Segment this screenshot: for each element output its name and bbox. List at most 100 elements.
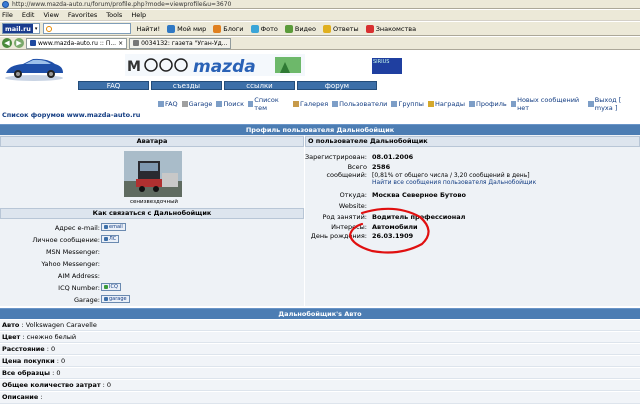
nav-links[interactable]: ссылки	[224, 81, 295, 90]
tab-newspaper-label: 00341З2: газета "Уган-Уд...	[141, 39, 228, 47]
link-awards[interactable]: Награды	[427, 96, 465, 112]
contact-heading: Как связаться с Дальнобойщик	[0, 208, 304, 219]
car-model-label: Авто	[2, 321, 20, 329]
link-logout[interactable]: Выход [ myxa ]	[588, 96, 640, 112]
people-icon	[167, 24, 176, 33]
car-description-value: :	[40, 393, 43, 401]
forum-links: FAQ Garage Поиск Список тем Галерея Поль…	[158, 96, 640, 112]
video-button[interactable]: Видео	[283, 24, 318, 33]
sirius-banner[interactable]: SIRIUS	[372, 58, 402, 74]
tab-close-icon[interactable]: ×	[118, 40, 123, 47]
menu-edit[interactable]: Edit	[22, 11, 35, 19]
link-profile[interactable]: Профиль	[468, 96, 507, 112]
search-logo-icon	[46, 25, 53, 32]
answers-label: Ответы	[333, 24, 359, 33]
svg-text:M: M	[127, 59, 141, 75]
garage-button[interactable]: garage	[101, 295, 130, 303]
menu-favorites[interactable]: Favorites	[68, 11, 97, 19]
link-groups[interactable]: Группы	[391, 96, 424, 112]
car-color-value: : снежно белый	[22, 333, 77, 341]
link-faq[interactable]: FAQ	[158, 96, 178, 112]
car-heading-bar: Дальнобойщик's Авто	[0, 308, 640, 319]
profile-title: Профиль пользователя Дальнобойщик	[245, 126, 395, 134]
search-input[interactable]	[43, 23, 132, 34]
link-gallery[interactable]: Галерея	[292, 96, 329, 112]
link-topics[interactable]: Список тем	[248, 96, 289, 112]
email-button[interactable]: email	[101, 223, 126, 231]
mail-ru-box[interactable]: mail.ru ▾	[2, 23, 41, 34]
banner-brand: mazda	[193, 57, 256, 76]
pm-icon	[104, 237, 108, 241]
contact-yahoo-label: Yahoo Messenger:	[41, 260, 100, 268]
mazda-banner: M mazda	[125, 54, 305, 76]
link-new-posts[interactable]: Новых сообщений нет	[510, 96, 585, 112]
menu-help[interactable]: Help	[131, 11, 146, 19]
car-row-color: Цвет : снежно белый	[0, 332, 640, 343]
car-costs-value: : 0	[102, 381, 112, 389]
dropdown-arrow-icon[interactable]: ▾	[33, 26, 40, 32]
my-world-button[interactable]: Мой мир	[165, 24, 208, 33]
forward-icon[interactable]: ▶	[14, 38, 24, 48]
nav-meetings[interactable]: съезды	[151, 81, 222, 90]
birthday-label: День рождения:	[310, 232, 367, 240]
garage-icon	[104, 297, 108, 301]
link-search[interactable]: Поиск	[216, 96, 244, 112]
location-value: Москва Северное Бутово	[372, 191, 466, 199]
link-new-posts-label: Новых сообщений нет	[517, 96, 580, 112]
link-faq-label: FAQ	[165, 100, 178, 108]
car-description-label: Описание	[2, 393, 39, 401]
link-gallery-label: Галерея	[299, 100, 329, 108]
tab-mazda[interactable]: www.mazda-auto.ru :: П... ×	[26, 37, 128, 49]
tabs-bar: ◀ ▶ www.mazda-auto.ru :: П... × 00341З2:…	[0, 37, 640, 50]
birthday-value: 26.03.1909	[372, 232, 414, 240]
photo-label: Фото	[260, 24, 278, 33]
blog-icon	[213, 24, 222, 33]
location-label: Откуда:	[339, 191, 367, 199]
back-icon[interactable]: ◀	[2, 38, 12, 48]
find-button[interactable]: Найти!	[134, 25, 162, 33]
avatar	[124, 151, 182, 197]
contact-icq-label: ICQ Number:	[58, 284, 100, 292]
car-heading: Дальнобойщик's Авто	[278, 310, 362, 318]
car-row-price: Цена покупки : 0	[0, 356, 640, 367]
nav-faq[interactable]: FAQ	[78, 81, 149, 90]
occupation-label: Род занятий:	[322, 213, 367, 221]
photo-button[interactable]: Фото	[249, 24, 280, 33]
dating-button[interactable]: Знакомства	[364, 24, 418, 33]
menu-view[interactable]: View	[43, 11, 58, 19]
car-price-label: Цена покупки	[2, 357, 55, 365]
breadcrumb[interactable]: Список форумов www.mazda-auto.ru	[2, 111, 140, 119]
contact-garage-label: Garage:	[74, 296, 100, 304]
link-garage[interactable]: Garage	[181, 96, 213, 112]
link-users-label: Пользователи	[339, 100, 388, 108]
interests-value: Автомобили	[372, 223, 418, 231]
icq-button[interactable]: ICQ	[101, 283, 121, 291]
menu-tools[interactable]: Tools	[106, 11, 122, 19]
blogs-label: Блоги	[223, 24, 244, 33]
garage-icon	[181, 101, 188, 107]
find-posts-link[interactable]: Найти все сообщения пользователя Дальноб…	[372, 179, 536, 186]
car-row-description: Описание :	[0, 392, 640, 404]
tab-newspaper[interactable]: 00341З2: газета "Уган-Уд...	[129, 37, 232, 49]
answers-button[interactable]: Ответы	[321, 24, 361, 33]
logout-icon	[588, 101, 594, 107]
about-heading: О пользователе Дальнобойщик	[305, 136, 640, 147]
address-text[interactable]: http://www.mazda-auto.ru/forum/profile.p…	[12, 1, 231, 8]
avatar-heading: Аватара	[0, 136, 304, 147]
mazda-car-logo	[5, 58, 63, 81]
icq-icon	[104, 285, 108, 289]
faq-icon	[158, 101, 164, 107]
list-icon	[248, 101, 254, 107]
car-row-costs: Общее количество затрат : 0	[0, 380, 640, 391]
link-users[interactable]: Пользователи	[332, 96, 387, 112]
messages-icon	[510, 101, 517, 107]
link-garage-label: Garage	[188, 100, 213, 108]
nav-forum[interactable]: форум	[297, 81, 377, 90]
forum-page: M mazda SIRIUS FAQ съезды ссылки форум F…	[0, 51, 640, 405]
menu-file[interactable]: File	[2, 11, 13, 19]
pm-button[interactable]: ЛС	[101, 235, 120, 243]
address-bar[interactable]: http://www.mazda-auto.ru/forum/profile.p…	[0, 0, 640, 9]
blogs-button[interactable]: Блоги	[211, 24, 245, 33]
dating-label: Знакомства	[375, 24, 417, 33]
mail-toolbar: mail.ru ▾ Найти! Мой мир Блоги Фото Виде…	[0, 22, 640, 36]
